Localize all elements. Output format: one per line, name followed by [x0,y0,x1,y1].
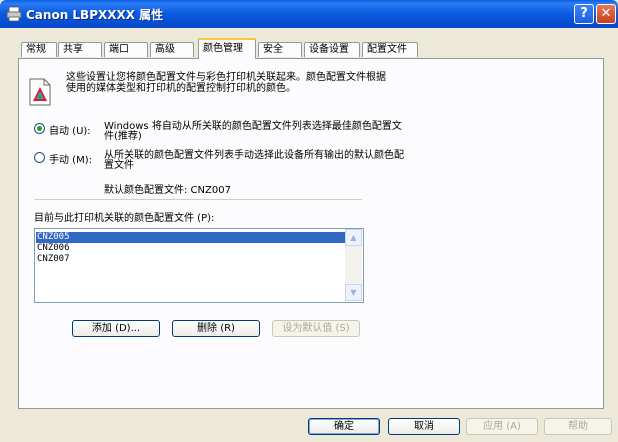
auto-radio-label[interactable]: 自动 (U): [49,122,91,137]
manual-radio[interactable] [34,152,45,163]
manual-radio-label[interactable]: 手动 (M): [49,151,92,166]
manual-description: 从所关联的颜色配置文件列表手动选择此设备所有输出的默认颜色配置文件 [104,150,404,171]
remove-button[interactable]: 删除 (R) [172,320,260,337]
list-item[interactable]: CNZ007 [36,254,70,265]
default-profile-text: 默认颜色配置文件: CNZ007 [104,185,231,196]
color-profile-icon [29,78,51,106]
add-button[interactable]: 添加 (D)... [72,320,160,337]
tab-device-settings[interactable]: 设备设置 [304,42,360,57]
tab-security[interactable]: 安全 [258,42,302,57]
profiles-label: 目前与此打印机关联的颜色配置文件 (P): [34,213,215,224]
title-bar[interactable]: Canon LBPXXXX 属性 ? ✕ [0,0,618,28]
apply-button[interactable]: 应用 (A) [466,418,538,435]
scroll-down-icon[interactable]: ▼ [345,284,362,301]
tab-general[interactable]: 常规 [21,42,57,57]
list-item[interactable]: CNZ005 [36,232,347,243]
tab-ports[interactable]: 端口 [104,42,148,57]
scroll-up-icon[interactable]: ▲ [345,229,362,246]
cancel-button[interactable]: 取消 [388,418,460,435]
help-title-button[interactable]: ? [574,4,594,24]
ok-button[interactable]: 确定 [308,418,380,435]
help-button[interactable]: 帮助 [544,418,612,435]
auto-description: Windows 将自动从所关联的颜色配置文件列表选择最佳颜色配置文件(推荐) [104,121,402,142]
window-title: Canon LBPXXXX 属性 [26,8,164,22]
printer-icon [6,6,22,22]
close-button[interactable]: ✕ [596,4,616,24]
tab-profiles[interactable]: 配置文件 [362,42,418,57]
tab-sharing[interactable]: 共享 [58,42,102,57]
set-default-button[interactable]: 设为默认值 (S) [272,320,360,337]
auto-radio[interactable] [34,123,45,134]
description-text: 这些设置让您将颜色配置文件与彩色打印机关联起来。颜色配置文件根据使用的媒体类型和… [66,72,386,94]
divider [34,199,362,200]
tab-color-management[interactable]: 颜色管理 [198,38,256,59]
tab-advanced[interactable]: 高级 [150,42,194,57]
vertical-scrollbar[interactable]: ▲ ▼ [345,229,362,301]
list-item[interactable]: CNZ006 [36,243,70,254]
profiles-listbox[interactable]: CNZ005 CNZ006 CNZ007 [34,228,364,303]
